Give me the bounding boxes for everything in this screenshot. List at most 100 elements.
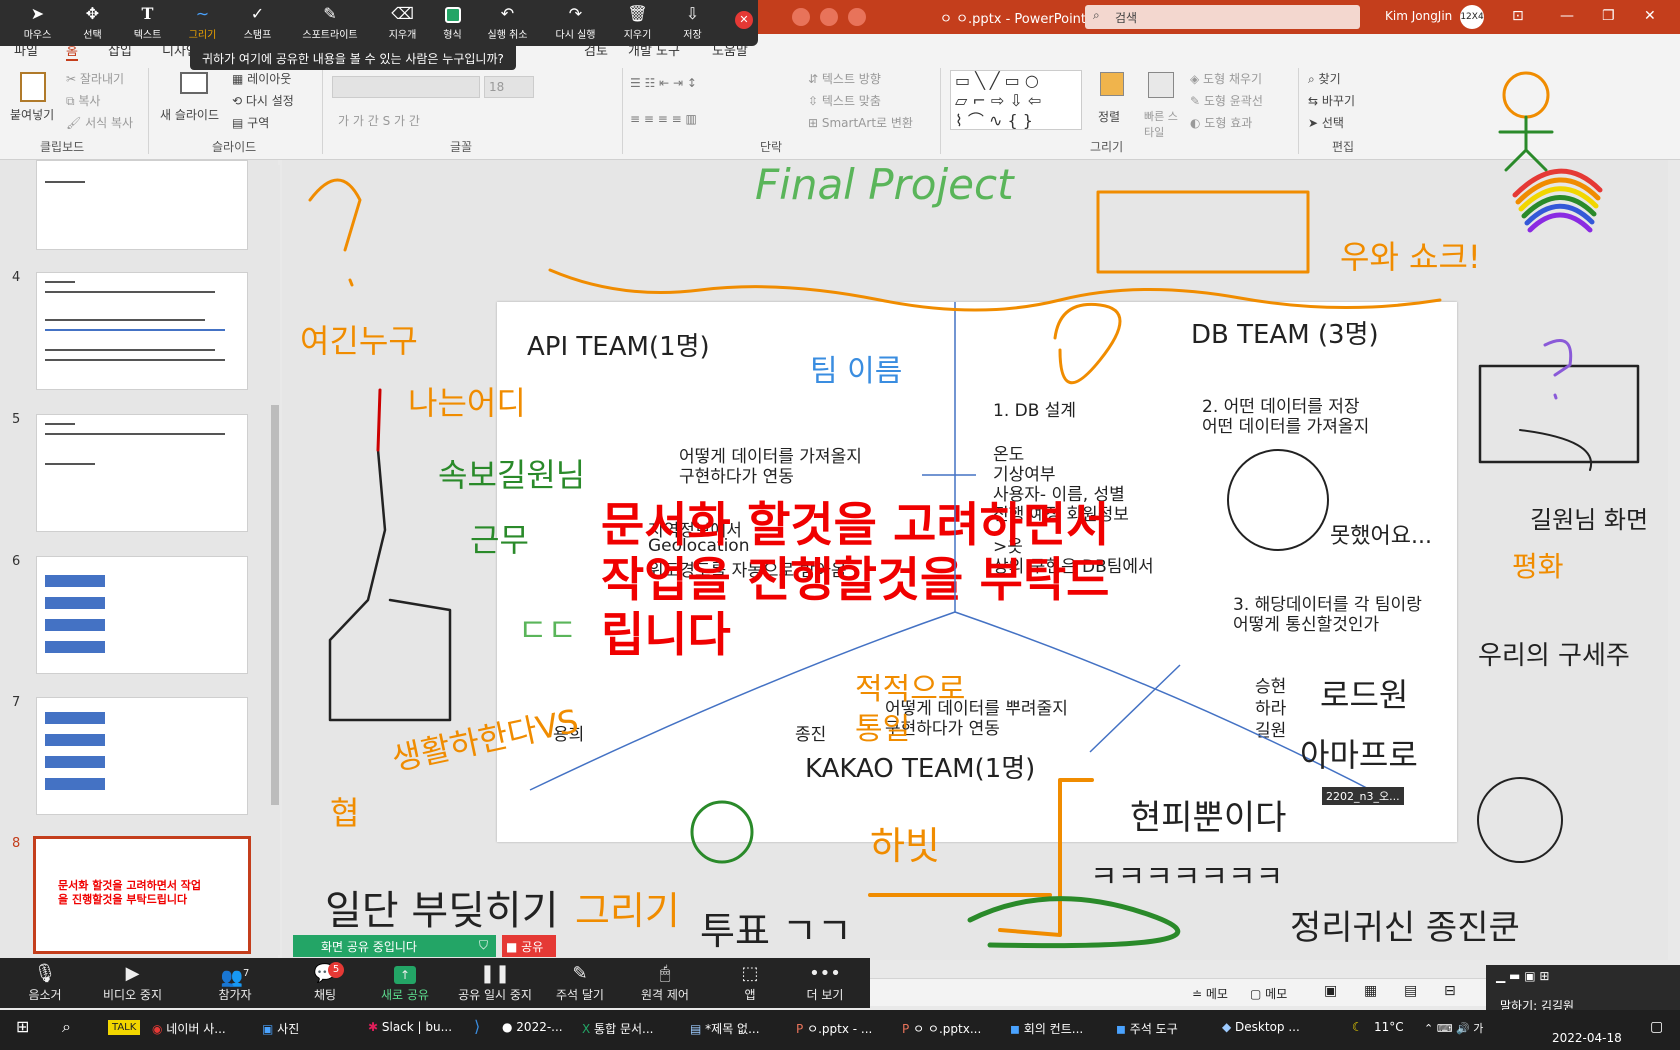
more-button[interactable]: ••• 더 보기 — [790, 958, 860, 1008]
font-size-select[interactable]: 18 — [484, 76, 534, 98]
align-text-button[interactable]: ⇳ 텍스트 맞춤 — [808, 92, 881, 109]
ribbon-display-icon[interactable]: ⊡ — [1512, 8, 1524, 24]
participants-button[interactable]: 👥7 참가자 — [200, 958, 270, 1008]
list-buttons[interactable]: ☰ ☷ ⇤ ⇥ ↕ — [630, 76, 697, 90]
save-quick-icon[interactable] — [792, 8, 810, 26]
shape-effects-button[interactable]: ◐ 도형 효과 — [1190, 114, 1252, 131]
kakaotalk-icon[interactable]: TALK — [108, 1020, 141, 1035]
taskbar-item-notepad[interactable]: ▤ *제목 없... — [690, 1020, 760, 1037]
annotate-button[interactable]: ✎ 주석 달기 — [545, 958, 615, 1008]
taskbar-label: Slack | bu... — [381, 1020, 453, 1034]
taskbar-item-ppt-2[interactable]: P ㅇ ㅇ.pptx... — [902, 1020, 981, 1037]
text-direction-button[interactable]: ⇵ 텍스트 방향 — [808, 70, 881, 87]
participants-count: 7 — [243, 968, 250, 979]
reading-view-icon[interactable]: ▤ — [1404, 983, 1417, 999]
taskbar-item-ppt-1[interactable]: P ㅇ.pptx - ... — [796, 1020, 872, 1037]
arrange-button[interactable]: 정렬 — [1094, 68, 1134, 132]
close-icon[interactable]: ✕ — [1644, 8, 1656, 24]
layout-button[interactable]: ▦ 레이아웃 — [232, 70, 291, 87]
speaker-view-icons[interactable]: ▁ ▬ ▣ ⊞ — [1496, 969, 1549, 983]
normal-view-icon[interactable]: ▣ — [1324, 983, 1337, 999]
chat-button[interactable]: 💬 채팅 — [290, 958, 360, 1008]
reset-button[interactable]: ⟲ 다시 설정 — [232, 92, 294, 109]
notes-button[interactable]: ≐ 메모 — [1192, 985, 1228, 1002]
thumb-box — [45, 712, 105, 724]
shape-fill-button[interactable]: ◈ 도형 채우기 — [1190, 70, 1262, 87]
tool-stamp[interactable]: ✓ 스탬프 — [230, 0, 285, 46]
tool-mouse[interactable]: ➤ 마우스 — [10, 0, 65, 46]
scrollbar-thumb[interactable] — [271, 405, 279, 805]
avatar[interactable]: 12X4 — [1460, 5, 1484, 29]
slide-thumbnail[interactable] — [36, 697, 248, 815]
redo-quick-icon[interactable] — [848, 8, 866, 26]
tool-draw[interactable]: ∼ 그리기 — [175, 0, 230, 46]
format-painter-button[interactable]: 🖌 서식 복사 — [66, 114, 133, 131]
tool-undo[interactable]: ↶ 실행 취소 — [480, 0, 535, 46]
mute-label: 음소거 — [28, 988, 62, 1002]
tool-save[interactable]: ⇩ 저장 — [665, 0, 720, 46]
paste-button[interactable]: 붙여넣기 — [10, 68, 58, 128]
slide-thumbnail-selected[interactable]: 문서화 할것을 고려하면서 작업을 진행할것을 부탁드립니다 — [33, 836, 251, 954]
quick-styles-button[interactable]: 빠른 스타일 — [1140, 68, 1186, 139]
slideshow-view-icon[interactable]: ⊟ — [1444, 983, 1456, 999]
slide-thumbnail[interactable] — [36, 556, 248, 674]
tray-icons[interactable]: ⌃ ⌨ 🔊 가 — [1424, 1020, 1483, 1036]
taskbar-item-annotate[interactable]: ◼ 주석 도구 — [1116, 1020, 1178, 1037]
tool-clear[interactable]: 🗑 지우기 — [610, 0, 665, 46]
select-button[interactable]: ➤ 선택 — [1308, 114, 1344, 131]
tool-spotlight[interactable]: ✎ 스포트라이트 — [295, 0, 365, 46]
minimize-icon[interactable]: — — [1560, 8, 1574, 24]
tool-text[interactable]: T 텍스트 — [120, 0, 175, 46]
pause-share-button[interactable]: ❚❚ 공유 일시 중지 — [450, 958, 540, 1008]
stop-video-button[interactable]: ▶ 비디오 중지 — [90, 958, 175, 1008]
taskbar-item-photos[interactable]: ▣ 사진 — [262, 1020, 299, 1037]
mute-button[interactable]: 🎙 음소거 — [10, 958, 80, 1008]
tool-redo[interactable]: ↷ 다시 실행 — [548, 0, 603, 46]
find-button[interactable]: ⌕ 찾기 — [1308, 70, 1341, 87]
maximize-icon[interactable]: ❐ — [1602, 8, 1615, 24]
taskbar-item-meeting[interactable]: ◼ 회의 컨트... — [1010, 1020, 1083, 1037]
shape-outline-button[interactable]: ✎ 도형 윤곽선 — [1190, 92, 1263, 109]
tool-format[interactable]: 형식 — [425, 0, 480, 46]
thumbnail-scrollbar[interactable] — [270, 165, 280, 955]
taskbar-search-icon[interactable]: ⌕ — [62, 1017, 71, 1037]
new-share-button[interactable]: ↑ 새로 공유 — [370, 958, 440, 1008]
notification-icon[interactable]: ▢ — [1650, 1019, 1663, 1035]
remote-control-button[interactable]: 🖱 원격 제어 — [630, 958, 700, 1008]
align-buttons[interactable]: ≡ ≡ ≡ ≡ ▥ — [630, 112, 697, 126]
section-button[interactable]: ▤ 구역 — [232, 114, 269, 131]
copy-button[interactable]: ⧉ 복사 — [66, 92, 100, 109]
taskbar-item-chrome[interactable]: ◉ 네이버 사... — [152, 1020, 226, 1037]
vscode-icon[interactable]: ⟩ — [474, 1017, 480, 1036]
stop-share-button[interactable]: ■ 공유 중지 — [502, 935, 556, 971]
thumb-text-line — [45, 319, 205, 321]
comments-button[interactable]: ▢ 메모 — [1250, 985, 1287, 1002]
cut-button[interactable]: ✂ 잘라내기 — [66, 70, 124, 87]
sorter-view-icon[interactable]: ▦ — [1364, 983, 1377, 999]
font-family-select[interactable] — [332, 76, 480, 98]
who-can-see-banner[interactable]: 귀하가 여기에 공유한 내용을 볼 수 있는 사람은 누구입니까? — [190, 46, 516, 70]
zoom-meeting-controls: 🎙 음소거 ▶ 비디오 중지 👥7 참가자 💬 채팅 ↑ 새로 공유 ❚❚ 공유 일시 중지… — [0, 958, 870, 1008]
taskbar-item-folder[interactable]: ● 2022-... — [502, 1020, 563, 1034]
apps-button[interactable]: ⬚ 앱 — [715, 958, 785, 1008]
slide-thumbnail[interactable] — [36, 160, 248, 250]
smartart-button[interactable]: ⊞ SmartArt로 변환 — [808, 114, 913, 131]
shapes-gallery[interactable]: ▭ ╲ ╱ ▭ ○ ▱ ⌐ ⇨ ⇩ ⇦ ⌇ ⌒ ∿ { } — [950, 70, 1082, 130]
tool-select[interactable]: ✥ 선택 — [65, 0, 120, 46]
slide-thumbnail[interactable] — [36, 272, 248, 390]
weather-icon[interactable]: ☾ — [1352, 1020, 1363, 1034]
tool-eraser[interactable]: ⌫ 지우개 — [375, 0, 430, 46]
search-input[interactable]: ⌕ 검색 — [1085, 5, 1360, 29]
close-toolbar-icon[interactable]: ✕ — [735, 11, 753, 29]
font-format-buttons[interactable]: 가 가 간 S 가 간 — [338, 112, 420, 129]
screen-sharing-banner[interactable]: 화면 공유 중입니다 ⛉ — [293, 935, 496, 957]
taskbar-item-slack[interactable]: ✱ Slack | bu... — [368, 1020, 452, 1034]
replace-button[interactable]: ⇆ 바꾸기 — [1308, 92, 1355, 109]
taskbar-item-excel[interactable]: X 통합 문서... — [582, 1020, 653, 1037]
windows-start-icon[interactable]: ⊞ — [16, 1017, 29, 1036]
slide-thumbnail[interactable] — [36, 414, 248, 532]
undo-quick-icon[interactable] — [820, 8, 838, 26]
new-slide-button[interactable]: 새 슬라이드 — [160, 68, 230, 128]
taskbar-item-desktop[interactable]: ◆ Desktop ... — [1222, 1020, 1300, 1034]
thumb-text-line — [45, 433, 225, 435]
